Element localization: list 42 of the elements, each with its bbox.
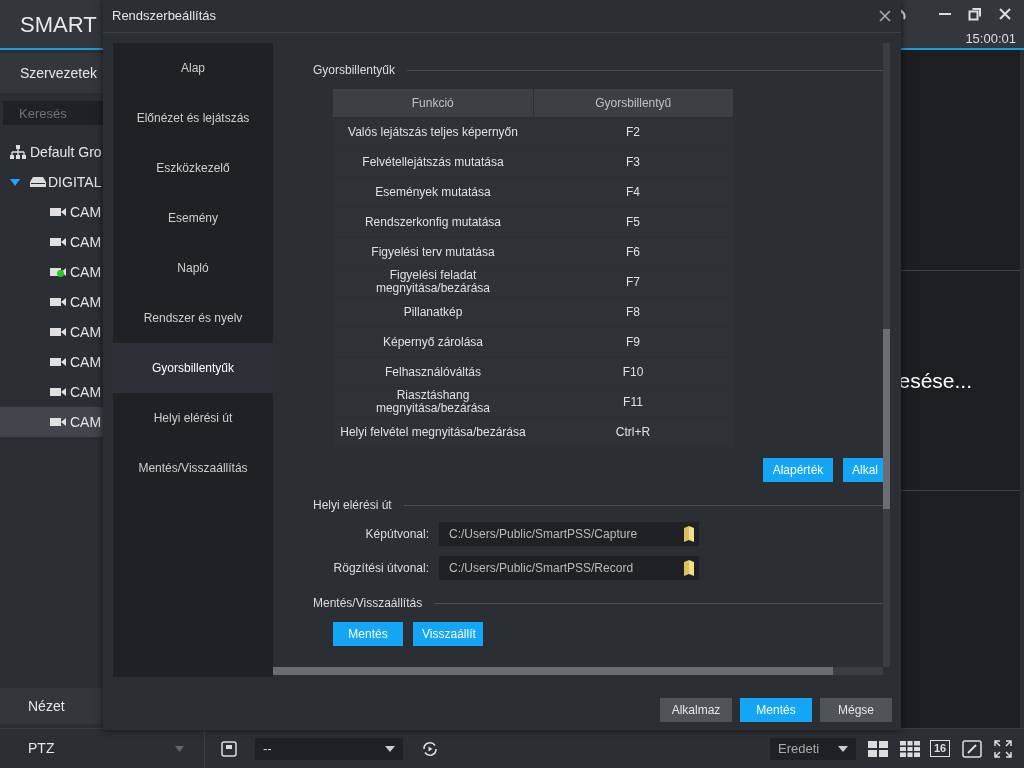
table-cell-text: F5 [625, 213, 641, 231]
table-cell-text: Képernyő zárolása [381, 333, 485, 351]
table-cell-text: Ctrl+R [614, 423, 652, 441]
app-logo: SMART [20, 10, 97, 39]
field-label: Képútvonal: [364, 526, 429, 543]
section-title: Gyorsbillentyűk [313, 62, 396, 79]
tree-item-label: CAM [70, 382, 102, 402]
table-cell-text: F6 [625, 243, 641, 261]
table-cell-text: Helyi felvétel megnyitása/bezárása [339, 423, 527, 441]
table-cell-text: F11 [622, 393, 644, 411]
table-cell-text: Figyelési feladat megnyitása/bezárása [374, 267, 492, 297]
tree-item-label: CAM [70, 352, 102, 372]
table-cell-text: Riasztáshang megnyitása/bezárása [374, 387, 492, 417]
tree-item-label: CAM [70, 262, 102, 282]
field-label: Rögzítési útvonal: [332, 560, 429, 577]
table-cell-text: Figyelési terv mutatása [370, 243, 496, 261]
tree-item-label: CAM [70, 202, 102, 222]
table-cell-text: F7 [625, 273, 641, 291]
dialog-title: Rendszerbeállítás [112, 7, 217, 26]
tree-item-label: CAM [70, 412, 102, 432]
table-cell-text: F9 [625, 333, 641, 351]
section-title: Mentés/Visszaállítás [313, 595, 423, 612]
clock-time: 15:00:01 [965, 29, 1016, 48]
section-title: Helyi elérési út [313, 497, 392, 514]
column-header: Funkció [333, 89, 533, 117]
table-cell-text: F10 [621, 363, 645, 381]
table-cell-text: F8 [625, 303, 641, 321]
panel-label: PTZ [28, 739, 55, 758]
table-cell: Valós lejátszás teljes képernyőn [333, 117, 533, 147]
table-cell-text: Rendszerkonfig mutatása [363, 213, 503, 231]
table-cell-text: Pillanatkép [402, 303, 464, 321]
table-cell-text: F3 [625, 153, 641, 171]
column-header: Gyorsbillentyű [533, 89, 733, 117]
table-cell-text: F4 [625, 183, 641, 201]
table-cell-text: Felhasználóváltás [383, 363, 483, 381]
tree-item-label: CAM [70, 232, 102, 252]
table-cell: F2 [533, 117, 733, 147]
table-cell-text: Események mutatása [374, 183, 492, 201]
table-cell-text: Felvétellejátszás mutatása [361, 153, 505, 171]
loading-message: esése... [898, 367, 972, 394]
tree-item-label: CAM [70, 292, 102, 312]
tree-item-label: CAM [70, 322, 102, 342]
